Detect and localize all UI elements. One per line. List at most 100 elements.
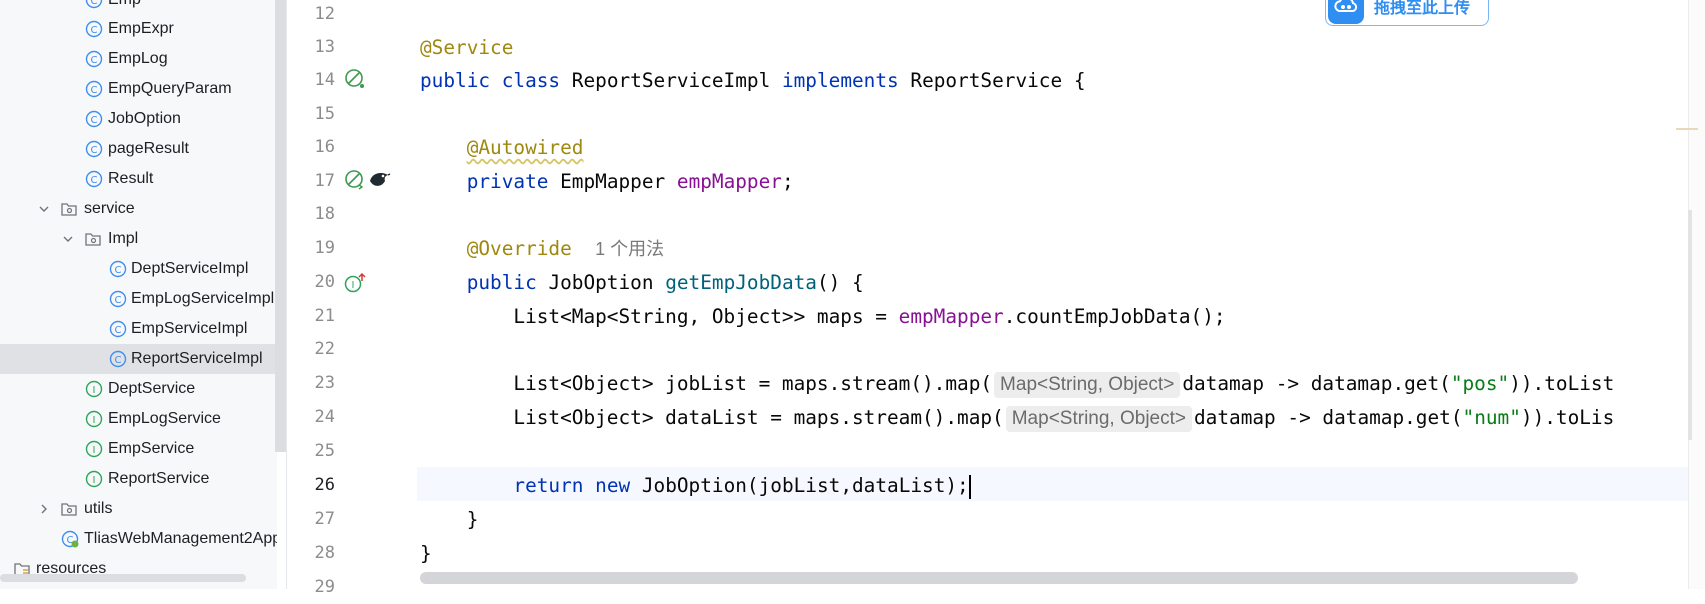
line-number: 14 (314, 70, 335, 90)
code-token: datamap -> datamap.get( (1182, 372, 1451, 395)
code-token: List<Object> jobList = maps.stream().map… (513, 372, 993, 395)
line-number: 28 (314, 543, 335, 563)
tree-item-service[interactable]: service (0, 194, 277, 224)
svg-text:C: C (91, 175, 98, 186)
svg-text:C: C (115, 355, 122, 366)
tree-item-reportservice[interactable]: I ReportService (0, 464, 277, 494)
code-line-28: } (420, 537, 432, 570)
line-number: 19 (314, 238, 335, 258)
code-token: } (420, 542, 432, 565)
usages-inlay-hint[interactable]: 1 个用法 (595, 239, 664, 259)
interface-icon: I (85, 440, 103, 458)
code-token: datamap -> datamap.get( (1194, 406, 1463, 429)
tree-item-empqueryparam[interactable]: C EmpQueryParam (0, 74, 277, 104)
tree-item-emplogserviceimpl[interactable]: C EmpLogServiceImpl (0, 284, 277, 314)
code-token: ReportService { (910, 69, 1086, 92)
svg-text:C: C (91, 85, 98, 96)
code-line-24: List<Object> dataList = maps.stream().ma… (420, 401, 1614, 434)
code-line-19: @Override 1 个用法 (420, 232, 664, 265)
chevron-right-icon[interactable] (37, 502, 51, 516)
tree-item-empservice[interactable]: I EmpService (0, 434, 277, 464)
keyword-token: public (466, 271, 537, 294)
line-number: 16 (314, 137, 335, 157)
mybatis-bird-icon[interactable] (367, 167, 391, 191)
tree-item-reportserviceimpl[interactable]: C ReportServiceImpl (0, 344, 275, 374)
tree-vertical-scrollbar[interactable] (275, 0, 286, 452)
code-editor[interactable]: @Service public class ReportServiceImpl … (417, 0, 1705, 589)
tree-item-deptservice[interactable]: I DeptService (0, 374, 277, 404)
chevron-down-icon[interactable] (61, 232, 75, 246)
tree-item-label: service (84, 200, 135, 217)
tree-item-tliaswebmanagement2app[interactable]: C TliasWebManagement2App (0, 524, 277, 554)
code-line-16: @Autowired (420, 131, 584, 164)
class-icon: C (85, 140, 103, 158)
annotation-token: @Service (420, 36, 514, 59)
tree-item-utils[interactable]: utils (0, 494, 277, 524)
tree-item-label: utils (84, 500, 113, 517)
code-token: () { (816, 271, 864, 294)
drag-upload-button[interactable]: 拖拽至此上传 (1325, 0, 1489, 26)
keyword-token: class (501, 69, 561, 92)
tree-item-label: JobOption (108, 110, 181, 127)
spring-boot-app-icon: C (61, 530, 79, 548)
tree-item-impl[interactable]: Impl (0, 224, 277, 254)
method-name-token: getEmpJobData (665, 271, 817, 294)
svg-text:C: C (91, 25, 98, 36)
tree-item-label: Emp (108, 0, 141, 9)
editor-vertical-scrollbar[interactable] (1688, 210, 1692, 440)
svg-text:C: C (91, 55, 98, 66)
tree-item-emplog[interactable]: C EmpLog (0, 44, 277, 74)
editor-gutter: 12 13 14 15 16 17 18 19 20 21 22 23 24 2… (287, 0, 417, 597)
code-line-20: public JobOption getEmpJobData() { (420, 266, 864, 299)
package-folder-icon (84, 230, 102, 248)
code-token: List<Map<String, Object>> maps = (513, 305, 899, 328)
tree-item-emplogservice[interactable]: I EmpLogService (0, 404, 277, 434)
spring-bean-icon[interactable] (343, 67, 367, 91)
parameter-type-hint: Map<String, Object> (994, 372, 1181, 398)
tree-item-joboption[interactable]: C JobOption (0, 104, 277, 134)
editor-horizontal-scrollbar[interactable] (420, 572, 1578, 584)
type-token: EmpMapper (560, 170, 666, 193)
tree-item-label: pageResult (108, 140, 189, 157)
type-token: JobOption (548, 271, 654, 294)
tree-item-label: EmpLogService (108, 410, 221, 427)
code-line-13: @Service (420, 31, 513, 64)
code-token: ; (781, 170, 794, 193)
project-tree: C Emp C EmpExpr C EmpLog C EmpQueryParam… (0, 0, 277, 589)
cloud-upload-icon (1328, 0, 1364, 24)
keyword-token: public (420, 69, 491, 92)
tree-item-pageresult[interactable]: C pageResult (0, 134, 277, 164)
tree-item-empserviceimpl[interactable]: C EmpServiceImpl (0, 314, 277, 344)
svg-text:I: I (93, 475, 96, 486)
svg-text:I: I (93, 385, 96, 396)
tree-item-emp[interactable]: C Emp (0, 0, 277, 15)
class-icon: C (109, 320, 127, 338)
code-token: List<Object> dataList = maps.stream().ma… (513, 406, 1004, 429)
line-number: 22 (314, 339, 335, 359)
svg-text:I: I (93, 415, 96, 426)
keyword-token: implements (781, 69, 899, 92)
tree-item-deptserviceimpl[interactable]: C DeptServiceImpl (0, 254, 277, 284)
annotation-token: @Override (466, 237, 572, 260)
code-token: )).toList (1509, 372, 1615, 395)
chevron-down-icon[interactable] (37, 202, 51, 216)
implements-method-icon[interactable]: I (343, 271, 367, 295)
package-folder-icon (60, 500, 78, 518)
field-token: empMapper (676, 170, 782, 193)
class-icon: C (85, 80, 103, 98)
tree-item-label: EmpServiceImpl (131, 320, 248, 337)
svg-text:C: C (91, 115, 98, 126)
class-icon: C (109, 260, 127, 278)
code-token: JobOption(jobList,dataList); (641, 474, 969, 497)
tree-item-empexpr[interactable]: C EmpExpr (0, 14, 277, 44)
class-icon: C (85, 0, 103, 9)
spring-bean-icon[interactable] (343, 168, 367, 192)
line-number: 23 (314, 373, 335, 393)
class-name-token: ReportServiceImpl (571, 69, 771, 92)
tree-item-result[interactable]: C Result (0, 164, 277, 194)
code-token: )).toLis (1520, 406, 1615, 429)
class-icon: C (85, 170, 103, 188)
tree-item-label: TliasWebManagement2App (84, 530, 277, 547)
code-token: } (466, 508, 479, 531)
tree-horizontal-scrollbar[interactable] (0, 574, 246, 582)
